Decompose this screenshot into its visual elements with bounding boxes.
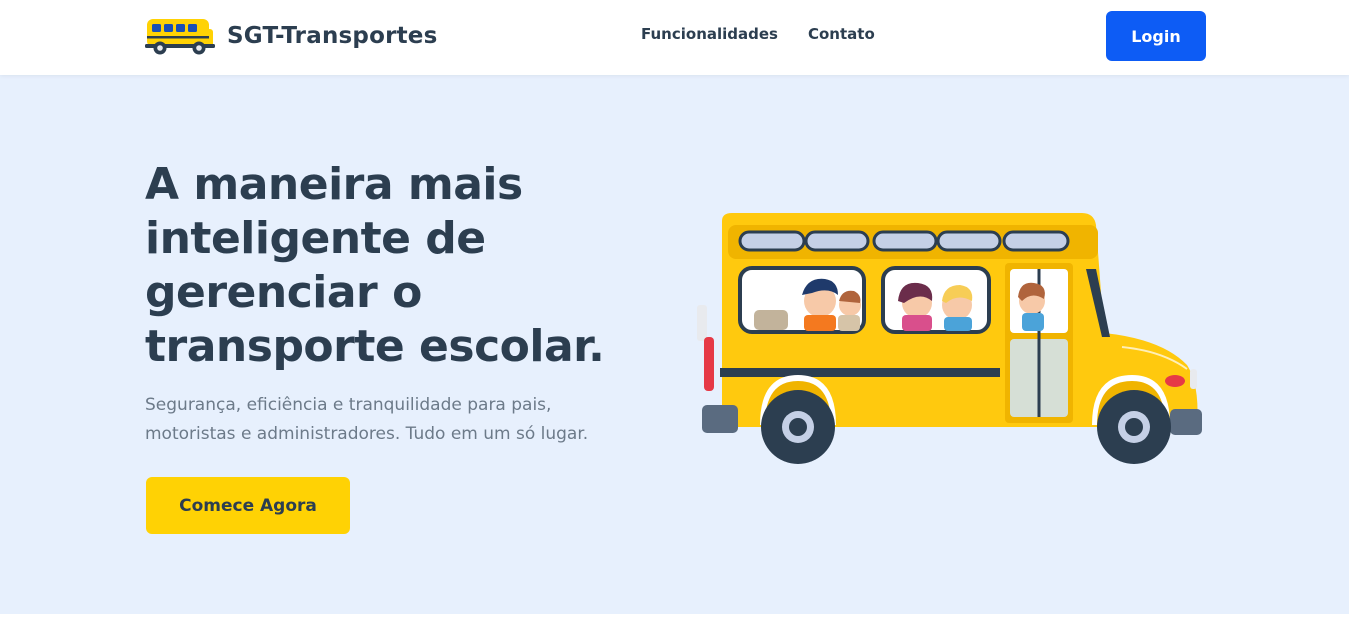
login-button[interactable]: Login — [1106, 11, 1206, 61]
brand-name: SGT-Transportes — [227, 23, 438, 49]
nav-link-contato[interactable]: Contato — [808, 25, 875, 43]
nav-links: Funcionalidades Contato — [641, 25, 905, 43]
get-started-button[interactable]: Comece Agora — [146, 477, 350, 534]
brand[interactable]: SGT-Transportes — [145, 13, 438, 59]
hero-section: A maneira mais inteligente de gerenciar … — [0, 75, 1349, 614]
page-footer-edge — [0, 614, 1349, 628]
school-bus-illustration — [697, 213, 1202, 464]
hero-subtitle: Segurança, eficiência e tranquilidade pa… — [145, 395, 589, 444]
school-bus-icon — [145, 19, 215, 55]
navbar: SGT-Transportes Funcionalidades Contato … — [0, 0, 1349, 75]
nav-link-funcionalidades[interactable]: Funcionalidades — [641, 25, 778, 43]
hero-title: A maneira mais inteligente de gerenciar … — [145, 159, 605, 372]
